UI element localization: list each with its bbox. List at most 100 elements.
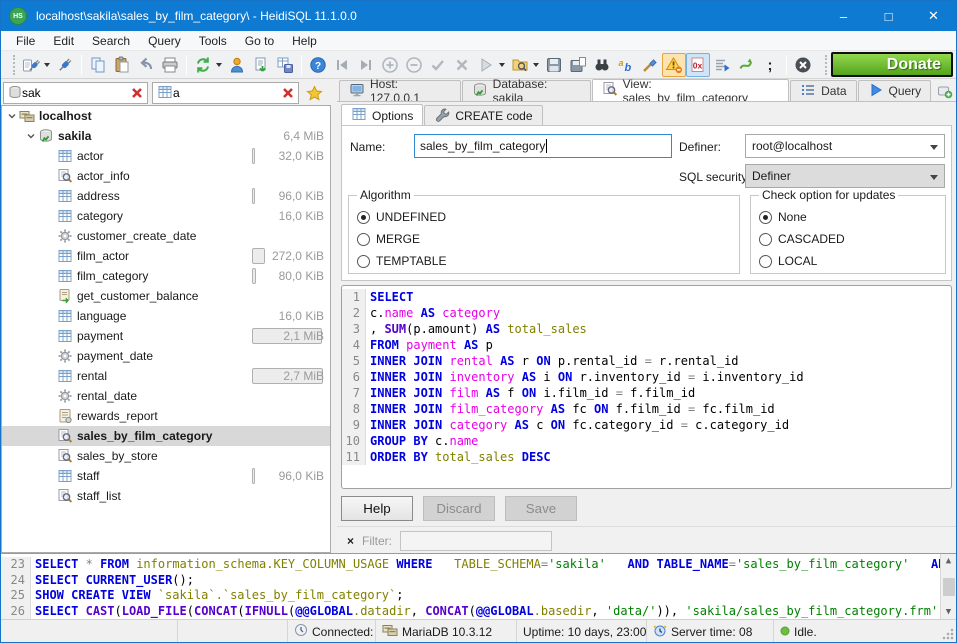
save-grid-icon[interactable]	[273, 53, 297, 77]
tree-item-actor_info[interactable]: actor_info	[2, 166, 330, 186]
user-manager-icon[interactable]	[225, 53, 249, 77]
view-select-code-editor[interactable]: 1SELECT2c.name AS category3, SUM(p.amoun…	[341, 285, 952, 489]
connect-icon[interactable]	[19, 53, 43, 77]
check-option-none[interactable]: None	[759, 206, 937, 228]
export-icon[interactable]	[249, 53, 273, 77]
apply-icon[interactable]	[426, 53, 450, 77]
scroll-down-icon[interactable]: ▼	[942, 605, 956, 619]
tree-item-address[interactable]: address96,0 KiB	[2, 186, 330, 206]
run-icon[interactable]	[474, 53, 498, 77]
tree-item-language[interactable]: language16,0 KiB	[2, 306, 330, 326]
algorithm-option-merge[interactable]: MERGE	[357, 228, 731, 250]
chevron-down-icon[interactable]	[25, 131, 37, 141]
radio-icon[interactable]	[759, 233, 772, 246]
tab-host-127-0-0-1[interactable]: Host: 127.0.0.1	[339, 80, 461, 101]
menu-go-to[interactable]: Go to	[236, 32, 283, 50]
radio-icon[interactable]	[759, 255, 772, 268]
minimize-button[interactable]: –	[821, 1, 866, 31]
chevron-down-icon[interactable]	[6, 111, 18, 121]
tree-item-staff_list[interactable]: staff_list	[2, 486, 330, 506]
table-filter-input[interactable]	[22, 86, 127, 100]
close-filter-icon[interactable]: ×	[347, 534, 354, 548]
tree-item-sales_by_film_category[interactable]: sales_by_film_category	[2, 426, 330, 446]
tree-item-payment[interactable]: payment2,1 MiB	[2, 326, 330, 346]
help-icon[interactable]: ?	[306, 53, 330, 77]
last-record-icon[interactable]	[354, 53, 378, 77]
tree-item-rental_date[interactable]: rental_date	[2, 386, 330, 406]
remove-record-icon[interactable]	[402, 53, 426, 77]
toolbar-grip[interactable]	[825, 55, 827, 75]
tab-options[interactable]: Options	[341, 104, 423, 126]
scroll-up-icon[interactable]: ▲	[942, 554, 956, 568]
refresh-icon[interactable]	[191, 53, 215, 77]
paste-icon[interactable]	[110, 53, 134, 77]
disconnect-icon[interactable]	[53, 53, 77, 77]
copy-icon[interactable]	[86, 53, 110, 77]
help-button[interactable]: Help	[341, 496, 413, 521]
scroll-thumb[interactable]	[943, 578, 955, 596]
radio-icon[interactable]	[357, 233, 370, 246]
first-record-icon[interactable]	[330, 53, 354, 77]
tree-item-rental[interactable]: rental2,7 MiB	[2, 366, 330, 386]
definer-select[interactable]: root@localhost	[745, 134, 945, 158]
resize-grip[interactable]	[942, 628, 954, 640]
bind-params-icon[interactable]	[734, 53, 758, 77]
tab-view-sales-by-film-category[interactable]: View: sales_by_film_category	[592, 79, 790, 101]
save-as-icon[interactable]	[566, 53, 590, 77]
tree-item-film_category[interactable]: film_category80,0 KiB	[2, 266, 330, 286]
tree-item-staff[interactable]: staff96,0 KiB	[2, 466, 330, 486]
tree-item-sakila[interactable]: sakila6,4 MiB	[2, 126, 330, 146]
toolbar-grip[interactable]	[13, 55, 15, 75]
algorithm-option-undefined[interactable]: UNDEFINED	[357, 206, 731, 228]
sql-security-select[interactable]: Definer	[745, 164, 945, 188]
add-record-icon[interactable]	[378, 53, 402, 77]
open-file-icon[interactable]	[508, 53, 532, 77]
tree-item-category[interactable]: category16,0 KiB	[2, 206, 330, 226]
tree-item-film_actor[interactable]: film_actor272,0 KiB	[2, 246, 330, 266]
menu-query[interactable]: Query	[139, 32, 190, 50]
tab-database-sakila[interactable]: Database: sakila	[462, 80, 591, 101]
save-button[interactable]: Save	[505, 496, 577, 521]
format-icon[interactable]	[638, 53, 662, 77]
dropdown-arrow-icon[interactable]	[533, 63, 539, 67]
check-option-cascaded[interactable]: CASCADED	[759, 228, 937, 250]
discard-button[interactable]: Discard	[423, 496, 495, 521]
donate-button[interactable]: Donate	[831, 52, 953, 77]
dropdown-arrow-icon[interactable]	[44, 63, 50, 67]
column-filter-input[interactable]	[173, 86, 278, 100]
check-option-local[interactable]: LOCAL	[759, 250, 937, 272]
view-name-input[interactable]: sales_by_film_category	[414, 134, 672, 158]
algorithm-option-temptable[interactable]: TEMPTABLE	[357, 250, 731, 272]
radio-icon[interactable]	[357, 211, 370, 224]
tab-query[interactable]: Query	[858, 80, 932, 101]
radio-icon[interactable]	[759, 211, 772, 224]
replace-icon[interactable]: ab	[614, 53, 638, 77]
tree-item-get_customer_balance[interactable]: get_customer_balance	[2, 286, 330, 306]
menu-tools[interactable]: Tools	[190, 32, 236, 50]
menu-help[interactable]: Help	[283, 32, 326, 50]
clear-filter-icon[interactable]	[130, 86, 145, 101]
reformat-icon[interactable]	[710, 53, 734, 77]
tree-item-payment_date[interactable]: payment_date	[2, 346, 330, 366]
filter-input[interactable]	[400, 531, 552, 551]
print-icon[interactable]	[158, 53, 182, 77]
favorites-star-icon[interactable]	[303, 82, 325, 104]
dropdown-arrow-icon[interactable]	[499, 63, 505, 67]
menu-edit[interactable]: Edit	[44, 32, 83, 50]
radio-icon[interactable]	[357, 255, 370, 268]
semicolon-icon[interactable]: ;	[758, 53, 782, 77]
tree-item-actor[interactable]: actor32,0 KiB	[2, 146, 330, 166]
new-query-tab-icon[interactable]	[932, 80, 957, 101]
dropdown-arrow-icon[interactable]	[216, 63, 222, 67]
clear-filter-icon[interactable]	[281, 86, 296, 101]
find-icon[interactable]	[590, 53, 614, 77]
maximize-button[interactable]: □	[866, 1, 911, 31]
cancel-icon[interactable]	[450, 53, 474, 77]
menu-file[interactable]: File	[7, 32, 44, 50]
hex-toggle-icon[interactable]: 0x	[686, 53, 710, 77]
save-icon[interactable]	[542, 53, 566, 77]
undo-icon[interactable]	[134, 53, 158, 77]
warning-toggle-icon[interactable]	[662, 53, 686, 77]
tree-item-localhost[interactable]: localhost	[2, 106, 330, 126]
menu-search[interactable]: Search	[83, 32, 139, 50]
